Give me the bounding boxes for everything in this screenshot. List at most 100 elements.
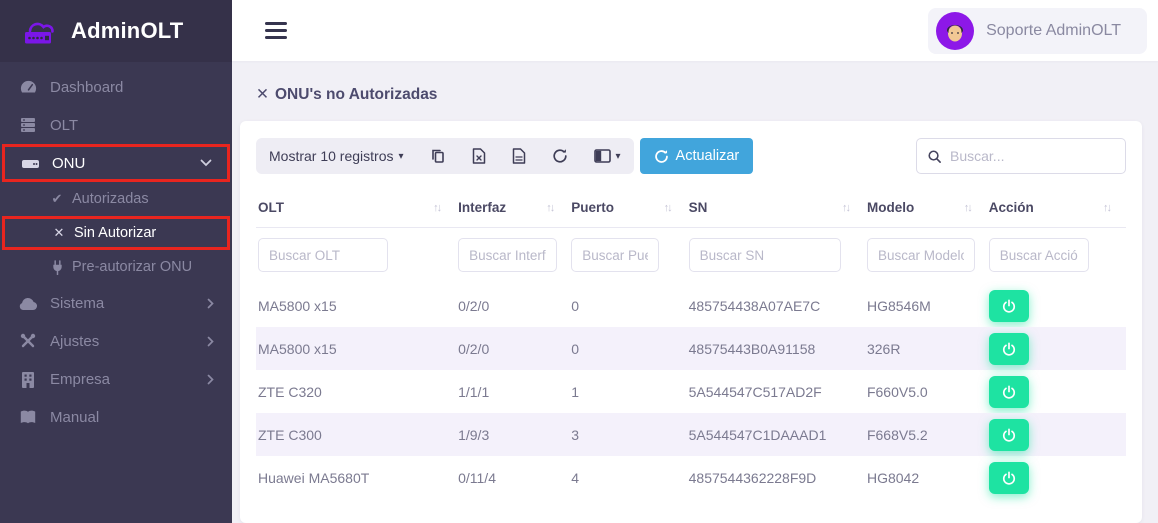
cloud-icon <box>17 296 39 311</box>
sidebar-item-label: ONU <box>52 155 200 172</box>
onu-table: OLT↑↓ Interfaz↑↓ Puerto↑↓ SN↑↓ Modelo↑↓ … <box>256 190 1126 499</box>
copy-button[interactable] <box>417 138 459 174</box>
column-visibility-button[interactable]: ▾ <box>581 138 634 174</box>
sidebar-item-label: Dashboard <box>50 79 214 96</box>
app-logo[interactable]: AdminOLT <box>0 0 232 62</box>
power-icon <box>1002 428 1016 442</box>
sidebar-item-label: Manual <box>50 409 214 426</box>
topbar: Soporte AdminOLT <box>232 0 1158 61</box>
sidebar-item-autorizadas[interactable]: ✔ Autorizadas <box>0 182 232 216</box>
reload-button[interactable] <box>539 138 581 174</box>
sort-icon: ↑↓ <box>1103 202 1116 214</box>
column-header-modelo[interactable]: Modelo↑↓ <box>865 190 987 228</box>
building-icon <box>17 371 39 388</box>
caret-down-icon: ▾ <box>398 151 403 162</box>
excel-export-button[interactable] <box>459 138 499 174</box>
sidebar-item-pre-autorizar[interactable]: Pre-autorizar ONU <box>0 250 232 284</box>
filter-puerto-input[interactable] <box>571 238 659 272</box>
sort-icon: ↑↓ <box>664 202 677 214</box>
filter-sn-input[interactable] <box>689 238 841 272</box>
column-header-olt[interactable]: OLT↑↓ <box>256 190 456 228</box>
filter-row <box>256 228 1126 285</box>
filter-olt-input[interactable] <box>258 238 388 272</box>
cell-interfaz: 0/2/0 <box>456 327 569 370</box>
chevron-down-icon <box>200 159 212 167</box>
table-row: ZTE C320 1/1/1 1 5A544547C517AD2F F660V5… <box>256 370 1126 413</box>
cell-puerto: 0 <box>569 327 686 370</box>
sort-icon: ↑↓ <box>842 202 855 214</box>
search-input[interactable] <box>950 148 1115 164</box>
gauge-icon <box>17 78 39 97</box>
cell-interfaz: 0/2/0 <box>456 284 569 327</box>
cell-olt: MA5800 x15 <box>256 327 456 370</box>
brand-cloud-router-icon <box>20 14 62 48</box>
power-icon <box>1002 342 1016 356</box>
file-export-button[interactable] <box>499 138 539 174</box>
cell-sn: 5A544547C1DAAAD1 <box>687 413 865 456</box>
sidebar-item-olt[interactable]: OLT <box>0 106 232 144</box>
actualizar-button[interactable]: Actualizar <box>640 138 754 174</box>
sidebar-item-empresa[interactable]: Empresa <box>0 360 232 398</box>
authorize-power-button[interactable] <box>989 462 1029 494</box>
check-icon: ✔ <box>48 191 66 207</box>
caret-down-icon: ▾ <box>616 151 621 162</box>
cell-olt: ZTE C320 <box>256 370 456 413</box>
authorize-power-button[interactable] <box>989 419 1029 451</box>
user-menu[interactable]: Soporte AdminOLT <box>928 8 1147 54</box>
filter-interfaz-input[interactable] <box>458 238 557 272</box>
cell-puerto: 4 <box>569 456 686 499</box>
authorize-power-button[interactable] <box>989 376 1029 408</box>
cell-sn: 4857544362228F9D <box>687 456 865 499</box>
cell-olt: MA5800 x15 <box>256 284 456 327</box>
router-icon <box>19 155 41 171</box>
sidebar: AdminOLT Dashboard OLT ONU ✔ Auto <box>0 0 232 523</box>
content: ✕ ONU's no Autorizadas Mostrar 10 regist… <box>232 61 1158 523</box>
column-header-interfaz[interactable]: Interfaz↑↓ <box>456 190 569 228</box>
tools-icon <box>17 332 39 350</box>
authorize-power-button[interactable] <box>989 333 1029 365</box>
cell-modelo: 326R <box>865 327 987 370</box>
global-search <box>916 138 1126 174</box>
hamburger-menu-icon[interactable] <box>265 22 287 39</box>
filter-modelo-input[interactable] <box>867 238 975 272</box>
copy-icon <box>430 148 446 164</box>
cell-modelo: HG8546M <box>865 284 987 327</box>
cell-olt: ZTE C300 <box>256 413 456 456</box>
chevron-right-icon <box>207 374 214 385</box>
cell-modelo: HG8042 <box>865 456 987 499</box>
power-icon <box>1002 385 1016 399</box>
length-menu-button[interactable]: Mostrar 10 registros ▾ <box>256 138 417 174</box>
file-lines-icon <box>512 148 526 164</box>
cell-interfaz: 1/9/3 <box>456 413 569 456</box>
cell-sn: 5A544547C517AD2F <box>687 370 865 413</box>
sidebar-item-manual[interactable]: Manual <box>0 398 232 436</box>
sidebar-item-sistema[interactable]: Sistema <box>0 284 232 322</box>
filter-accion-input[interactable] <box>989 238 1089 272</box>
sidebar-menu: Dashboard OLT ONU ✔ Autorizadas ✕ Sin Au… <box>0 62 232 436</box>
excel-file-icon <box>472 148 486 164</box>
column-header-sn[interactable]: SN↑↓ <box>687 190 865 228</box>
cell-puerto: 1 <box>569 370 686 413</box>
sidebar-item-onu[interactable]: ONU <box>2 144 230 182</box>
sidebar-item-dashboard[interactable]: Dashboard <box>0 68 232 106</box>
user-name: Soporte AdminOLT <box>986 22 1121 40</box>
sidebar-item-label: Sistema <box>50 295 207 312</box>
sidebar-item-label: Pre-autorizar ONU <box>72 259 214 275</box>
main-area: Soporte AdminOLT ✕ ONU's no Autorizadas … <box>232 0 1158 523</box>
onu-table-card: Mostrar 10 registros ▾ <box>240 121 1142 523</box>
refresh-icon <box>552 148 568 164</box>
cell-puerto: 3 <box>569 413 686 456</box>
sidebar-item-sin-autorizar[interactable]: ✕ Sin Autorizar <box>2 216 230 250</box>
sidebar-item-label: Ajustes <box>50 333 207 350</box>
column-header-accion[interactable]: Acción↑↓ <box>987 190 1126 228</box>
cell-modelo: F668V5.2 <box>865 413 987 456</box>
cell-sn: 48575443B0A91158 <box>687 327 865 370</box>
sidebar-item-label: Sin Autorizar <box>74 225 209 241</box>
authorize-power-button[interactable] <box>989 290 1029 322</box>
column-header-puerto[interactable]: Puerto↑↓ <box>569 190 686 228</box>
search-icon <box>927 149 942 164</box>
sidebar-item-label: Autorizadas <box>72 191 214 207</box>
avatar <box>936 12 974 50</box>
sidebar-item-ajustes[interactable]: Ajustes <box>0 322 232 360</box>
sidebar-item-label: Empresa <box>50 371 207 388</box>
